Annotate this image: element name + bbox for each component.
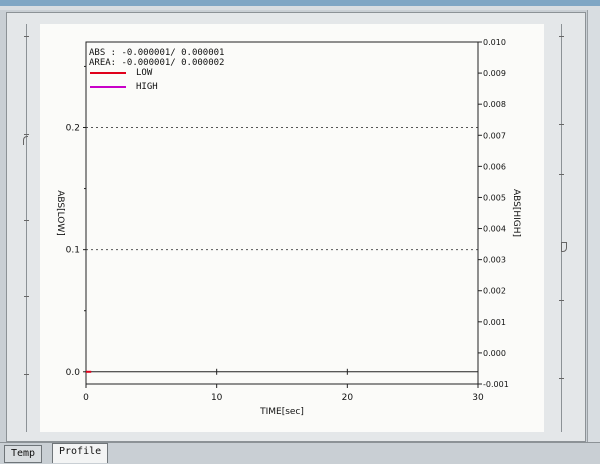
left-range-slider[interactable] — [20, 24, 34, 432]
window-top-bar-inner — [0, 6, 600, 10]
left-slider-tick — [24, 296, 29, 297]
left-slider-track — [26, 24, 27, 432]
legend-high-label: HIGH — [136, 82, 158, 92]
legend-low-label: LOW — [136, 68, 153, 78]
y2-tick-label: 0.002 — [483, 287, 506, 296]
x-tick-label: 10 — [211, 393, 223, 403]
x-tick-label: 20 — [342, 393, 354, 403]
left-slider-tick — [24, 220, 29, 221]
y2-tick-label: 0.006 — [483, 162, 506, 171]
x-tick-label: 30 — [472, 393, 484, 403]
y-tick-label: 0.2 — [66, 124, 80, 134]
y-tick-label: 0.1 — [66, 246, 80, 256]
y-tick-label: 0.0 — [66, 368, 81, 378]
window-top-bar — [0, 0, 600, 10]
right-slider-tick — [559, 378, 564, 379]
y2-tick-label: 0.010 — [483, 38, 506, 47]
profile-chart: 0 10 20 30 0.0 0.1 0.2 -0.001 0.000 0.001 0.002 0… — [55, 38, 521, 417]
bottom-tab-bar: Temp Profile — [0, 442, 600, 464]
right-slider-tick — [559, 174, 564, 175]
y2-tick-label: 0.000 — [483, 349, 506, 358]
x-axis: 0 10 20 30 — [83, 368, 484, 403]
y-axis-left: 0.0 0.1 0.2 — [66, 65, 86, 378]
chart-canvas: 0 10 20 30 0.0 0.1 0.2 -0.001 0.000 0.001 0.002 0… — [40, 24, 544, 432]
right-slider-tick — [559, 300, 564, 301]
right-slider-handle[interactable] — [555, 242, 569, 252]
right-range-slider[interactable] — [555, 24, 569, 432]
grid-lines — [86, 127, 478, 373]
left-slider-handle[interactable] — [20, 136, 34, 145]
legend-abs-text: ABS : -0.000001/ 0.000001 — [89, 48, 224, 58]
y2-tick-label: -0.001 — [483, 380, 509, 389]
right-slider-tick — [559, 36, 564, 37]
right-slider-track — [561, 24, 562, 432]
y2-tick-label: 0.008 — [483, 100, 506, 109]
left-slider-tick — [24, 374, 29, 375]
y2-tick-label: 0.005 — [483, 193, 506, 202]
y-axis-right-label: ABS[HIGH] — [511, 189, 521, 237]
tab-profile[interactable]: Profile — [52, 443, 109, 463]
x-tick-label: 0 — [83, 393, 89, 403]
right-slider-tick — [559, 124, 564, 125]
plot-frame — [85, 41, 479, 385]
tab-temp[interactable]: Temp — [4, 445, 43, 463]
left-slider-tick — [24, 134, 29, 135]
y-axis-right: -0.001 0.000 0.001 0.002 0.003 0.004 0.005 0.00… — [478, 38, 509, 389]
x-axis-label: TIME[sec] — [259, 407, 304, 417]
y2-tick-label: 0.001 — [483, 318, 506, 327]
legend-area-text: AREA: -0.000001/ 0.000002 — [89, 58, 224, 68]
y2-tick-label: 0.003 — [483, 256, 506, 265]
y-axis-left-label: ABS[LOW] — [55, 190, 65, 236]
y2-tick-label: 0.007 — [483, 131, 506, 140]
window-right-edge — [587, 10, 600, 442]
left-slider-tick — [24, 36, 29, 37]
legend: ABS : -0.000001/ 0.000001 AREA: -0.00000… — [89, 48, 224, 92]
y2-tick-label: 0.004 — [483, 225, 506, 234]
y2-tick-label: 0.009 — [483, 69, 506, 78]
